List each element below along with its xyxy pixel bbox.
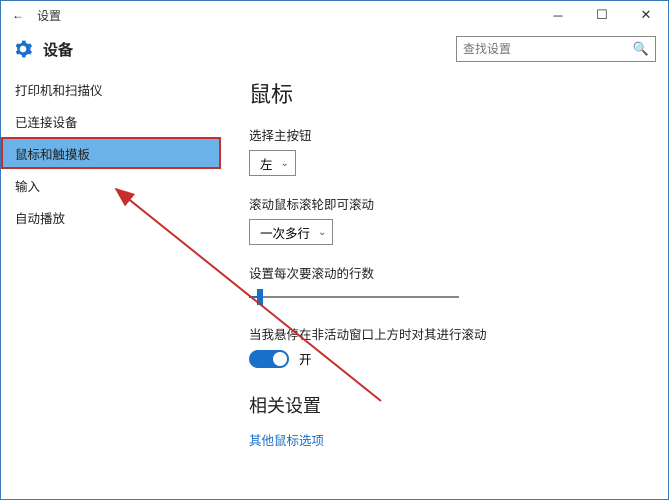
scroll-mode-value: 一次多行 <box>260 223 310 242</box>
sidebar-item-autoplay[interactable]: 自动播放 <box>1 201 221 233</box>
back-button[interactable]: ← <box>9 8 27 22</box>
gear-icon <box>13 39 33 59</box>
sidebar-item-connected[interactable]: 已连接设备 <box>1 105 221 137</box>
primary-button-select[interactable]: 左 ⌄ <box>249 150 296 176</box>
sidebar-item-typing[interactable]: 输入 <box>1 169 221 201</box>
other-mouse-options-link[interactable]: 其他鼠标选项 <box>249 430 668 449</box>
content: 鼠标 选择主按钮 左 ⌄ 滚动鼠标滚轮即可滚动 一次多行 ⌄ 设置每次要滚动的行… <box>221 69 668 499</box>
scroll-mode-label: 滚动鼠标滚轮即可滚动 <box>249 194 668 213</box>
header-title: 设备 <box>43 39 73 60</box>
header: 设备 🔍 <box>1 29 668 69</box>
sidebar-item-printers[interactable]: 打印机和扫描仪 <box>1 73 221 105</box>
inactive-scroll-toggle[interactable] <box>249 350 289 368</box>
search-box[interactable]: 🔍 <box>456 36 656 62</box>
minimize-button[interactable]: ─ <box>536 1 580 29</box>
lines-slider[interactable] <box>249 288 459 306</box>
related-heading: 相关设置 <box>249 392 668 418</box>
page-title: 鼠标 <box>249 77 668 109</box>
window-controls: ─ ☐ ✕ <box>536 1 668 29</box>
maximize-button[interactable]: ☐ <box>580 1 624 29</box>
inactive-scroll-label: 当我悬停在非活动窗口上方时对其进行滚动 <box>249 324 668 343</box>
sidebar: 打印机和扫描仪 已连接设备 鼠标和触摸板 输入 自动播放 <box>1 69 221 499</box>
toggle-state: 开 <box>299 349 312 368</box>
close-button[interactable]: ✕ <box>624 1 668 29</box>
chevron-down-icon: ⌄ <box>281 158 289 169</box>
window-title: 设置 <box>37 7 61 24</box>
primary-button-value: 左 <box>260 154 273 173</box>
scroll-mode-select[interactable]: 一次多行 ⌄ <box>249 219 333 245</box>
chevron-down-icon: ⌄ <box>318 227 326 238</box>
sidebar-item-mouse[interactable]: 鼠标和触摸板 <box>1 137 221 169</box>
search-icon: 🔍 <box>633 41 649 57</box>
search-input[interactable] <box>463 42 623 56</box>
primary-button-label: 选择主按钮 <box>249 125 668 144</box>
lines-label: 设置每次要滚动的行数 <box>249 263 668 282</box>
